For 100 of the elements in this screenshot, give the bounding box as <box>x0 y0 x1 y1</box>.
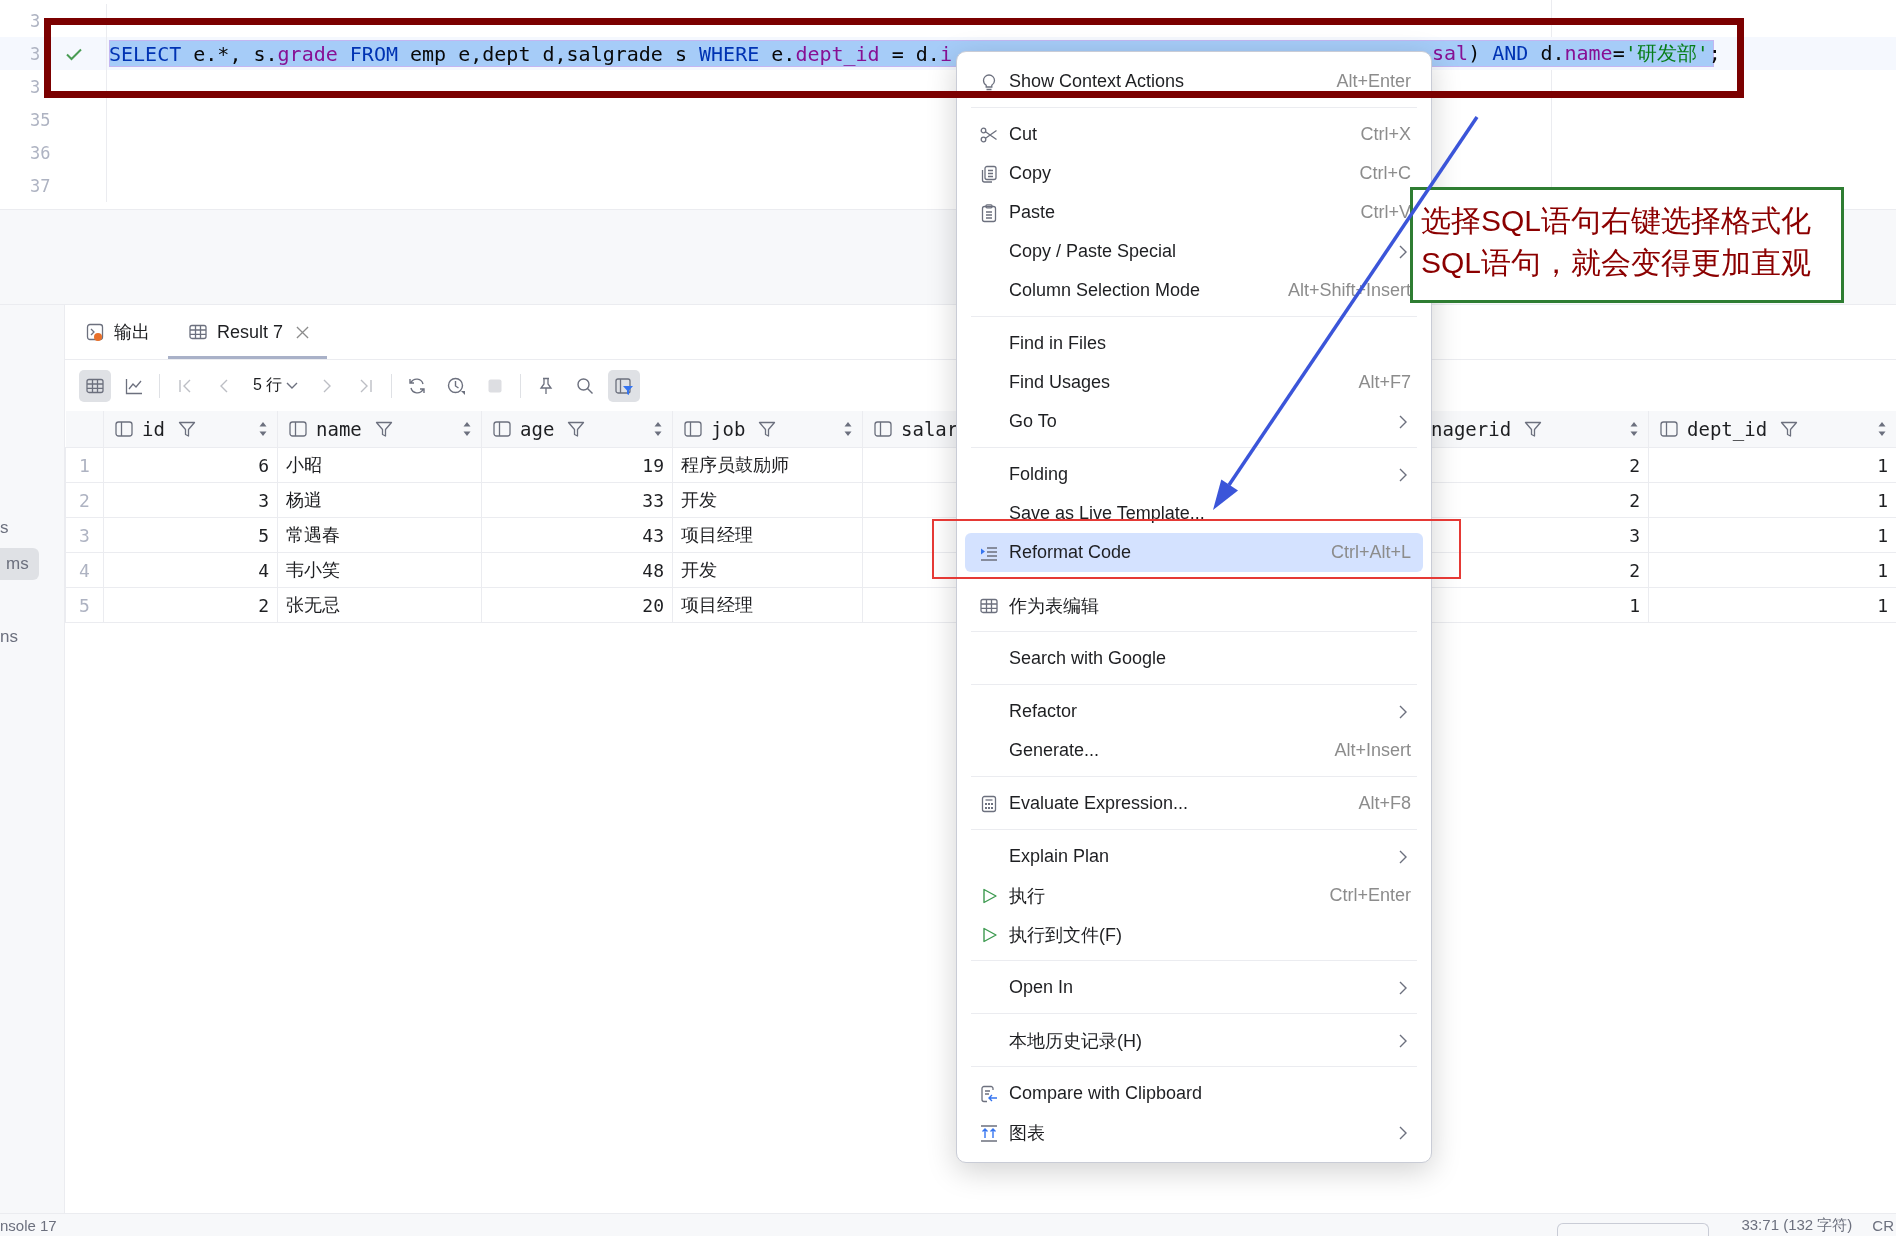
keyboard-shortcut: Ctrl+Alt+L <box>1330 542 1411 563</box>
table-cell: 小昭 <box>277 447 482 483</box>
close-icon <box>296 325 310 339</box>
column-header[interactable]: job <box>672 411 863 448</box>
tab[interactable]: 输出 <box>75 305 168 359</box>
row-number: 5 <box>65 587 104 623</box>
column-icon <box>288 419 308 439</box>
menu-item[interactable]: 执行到文件(F) <box>965 915 1423 954</box>
tab[interactable]: Result 7 <box>168 305 328 359</box>
menu-item[interactable]: Save as Live Template... <box>965 494 1423 533</box>
chevron-right-icon <box>1399 244 1407 259</box>
close-button[interactable] <box>296 325 310 339</box>
chevron-right-icon <box>1399 849 1407 864</box>
menu-item[interactable]: Search with Google <box>965 639 1423 678</box>
line-number: 35 <box>29 109 52 130</box>
menu-item[interactable]: Go To <box>965 402 1423 441</box>
sort-icon <box>259 422 267 436</box>
table-cell: 项目经理 <box>672 517 863 553</box>
keyboard-shortcut: Ctrl+X <box>1360 124 1411 145</box>
toolbar-button[interactable] <box>608 369 641 402</box>
table-cell: 开发 <box>672 482 863 518</box>
line-number: 36 <box>29 142 52 163</box>
chevron-right-icon <box>1399 980 1407 995</box>
column-icon <box>114 419 134 439</box>
filter-icon <box>373 419 394 439</box>
menu-item[interactable]: Generate... Alt+Insert <box>965 731 1423 770</box>
table-cell: 张无忌 <box>277 587 482 623</box>
table-cell: 程序员鼓励师 <box>672 447 863 483</box>
sort-icon <box>654 422 662 436</box>
table-cell: 19 <box>481 447 673 483</box>
status-text[interactable]: CR <box>1872 1216 1894 1234</box>
menu-item[interactable]: 执行 Ctrl+Enter <box>965 876 1423 915</box>
menu-item[interactable]: Cut Ctrl+X <box>965 115 1423 154</box>
column-icon <box>683 419 703 439</box>
sort-icon <box>844 422 852 436</box>
arrows-up-icon <box>979 1122 999 1143</box>
keyboard-shortcut: Alt+Insert <box>1334 740 1411 761</box>
chevron-right-icon <box>1399 414 1407 429</box>
table-cell: 项目经理 <box>672 587 863 623</box>
menu-item[interactable]: Compare with Clipboard <box>965 1074 1423 1113</box>
keyboard-shortcut: Ctrl+V <box>1360 202 1411 223</box>
table-cell: 2 <box>103 587 278 623</box>
chevron-right-icon <box>1399 467 1407 482</box>
column-header[interactable]: dept_id <box>1648 411 1896 448</box>
table-cell: 常遇春 <box>277 517 482 553</box>
column-header[interactable]: id <box>103 411 278 448</box>
calculator-icon <box>979 793 999 814</box>
filter-icon <box>757 419 778 439</box>
line-number: 3 <box>29 10 42 31</box>
clipboard-icon <box>979 202 999 223</box>
duration-label: ms <box>0 548 39 580</box>
menu-item[interactable]: Find Usages Alt+F7 <box>965 363 1423 402</box>
menu-item[interactable]: Find in Files <box>965 324 1423 363</box>
menu-item[interactable]: Reformat Code Ctrl+Alt+L <box>965 533 1423 572</box>
table-cell: 5 <box>103 517 278 553</box>
row-number: 3 <box>65 517 104 553</box>
chevron-right-icon <box>1399 1033 1407 1048</box>
page-size-dropdown[interactable]: 5 行 <box>247 369 305 402</box>
row-number: 1 <box>65 447 104 483</box>
menu-item[interactable]: Refactor <box>965 692 1423 731</box>
menu-item[interactable]: Copy Ctrl+C <box>965 154 1423 193</box>
menu-item[interactable]: Evaluate Expression... Alt+F8 <box>965 784 1423 823</box>
menu-item[interactable]: 图表 <box>965 1113 1423 1152</box>
table-cell: 韦小笑 <box>277 552 482 588</box>
cursor-position[interactable]: 33:71 (132 字符) <box>1741 1215 1853 1235</box>
filter-icon <box>176 419 197 439</box>
menu-item[interactable]: Open In <box>965 968 1423 1007</box>
keyboard-shortcut: Ctrl+C <box>1359 163 1411 184</box>
column-header[interactable]: age <box>481 411 673 448</box>
filter-icon <box>566 419 587 439</box>
table-cell: 杨逍 <box>277 482 482 518</box>
filter-icon <box>1779 419 1800 439</box>
status-text: nsole 17 <box>0 1216 57 1234</box>
table-cell: 33 <box>481 482 673 518</box>
table-cell: 43 <box>481 517 673 553</box>
column-icon <box>873 419 893 439</box>
panel-text: s <box>0 518 9 538</box>
clipboard-arrow-icon <box>979 1083 999 1104</box>
menu-item[interactable]: 本地历史记录(H) <box>965 1021 1423 1060</box>
annotation-text: 选择SQL语句右键选择格式化 <box>1421 203 1813 239</box>
panel-text: ns <box>0 627 18 647</box>
copy-icon <box>979 163 999 184</box>
table-cell: 6 <box>103 447 278 483</box>
annotation-text: SQL语句，就会变得更加直观 <box>1421 245 1813 281</box>
keyboard-shortcut: Alt+Enter <box>1336 71 1411 92</box>
row-number: 4 <box>65 552 104 588</box>
table-icon <box>188 322 208 342</box>
keyboard-shortcut: Alt+F8 <box>1358 793 1411 814</box>
column-icon <box>492 419 512 439</box>
table-cell: 3 <box>103 482 278 518</box>
toolbar-button[interactable] <box>79 369 111 402</box>
column-header[interactable]: name <box>277 411 482 448</box>
table-cell: 4 <box>103 552 278 588</box>
sort-icon <box>1630 422 1638 436</box>
table-cell: 48 <box>481 552 673 588</box>
column-icon <box>1659 419 1679 439</box>
table-cell: 20 <box>481 587 673 623</box>
menu-item[interactable]: Folding <box>965 455 1423 494</box>
line-number: 3 <box>29 43 42 64</box>
menu-item[interactable]: Explain Plan <box>965 837 1423 876</box>
